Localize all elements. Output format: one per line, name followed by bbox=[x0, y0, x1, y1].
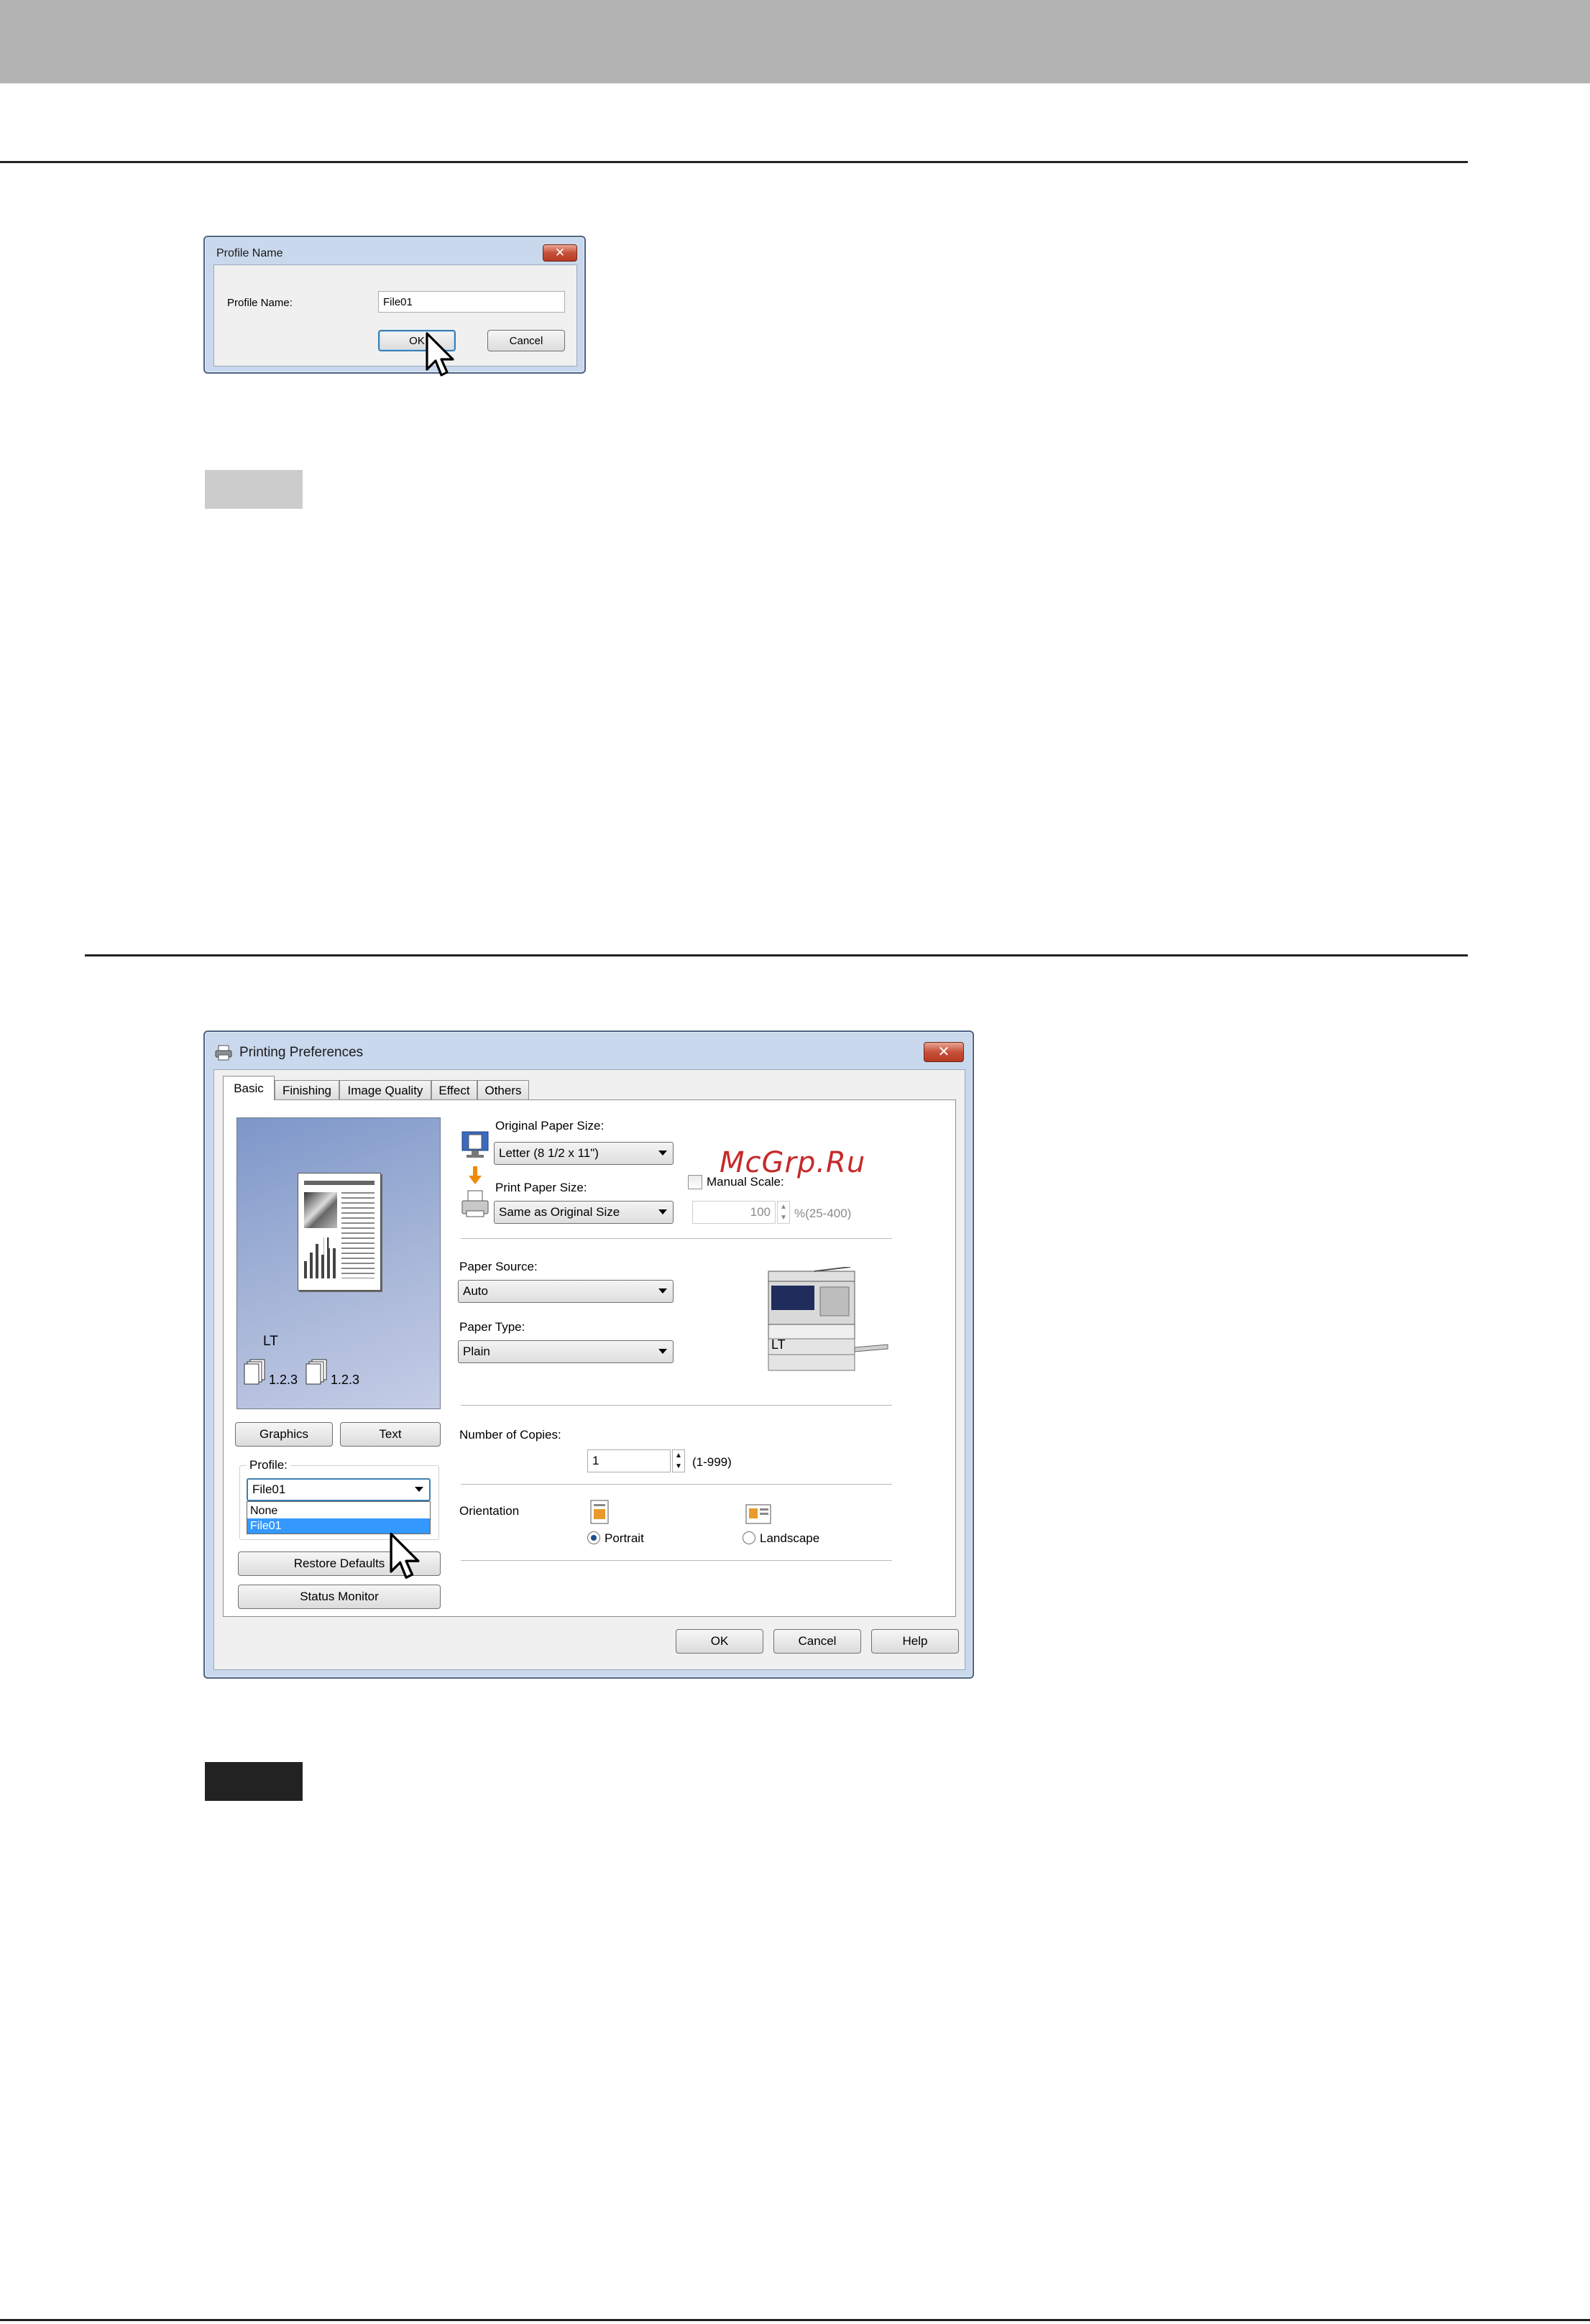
close-button[interactable]: ✕ bbox=[543, 244, 577, 262]
preview-panel: LT 1.2.3 1.2.3 bbox=[236, 1117, 441, 1409]
profile-name-label: Profile Name: bbox=[227, 297, 293, 309]
profile-option-file01[interactable]: File01 bbox=[247, 1518, 430, 1534]
profile-dropdown-list: None File01 bbox=[247, 1501, 431, 1534]
watermark: McGrp.Ru bbox=[720, 1146, 866, 1179]
note-box-dark bbox=[205, 1762, 303, 1801]
preview-paper-code: LT bbox=[263, 1334, 278, 1349]
paper-type-value: Plain bbox=[463, 1345, 490, 1358]
paper-source-label: Paper Source: bbox=[459, 1260, 538, 1273]
down-arrow-icon bbox=[468, 1166, 482, 1185]
profile-select[interactable]: File01 bbox=[247, 1478, 431, 1501]
close-button[interactable]: ✕ bbox=[924, 1042, 964, 1062]
landscape-label: Landscape bbox=[760, 1531, 820, 1545]
cancel-button[interactable]: Cancel bbox=[487, 330, 565, 351]
help-button[interactable]: Help bbox=[871, 1629, 959, 1654]
print-paper-size-value: Same as Original Size bbox=[499, 1205, 620, 1219]
bottom-rule bbox=[0, 2319, 1590, 2321]
ok-button[interactable]: OK bbox=[676, 1629, 763, 1654]
original-paper-size-value: Letter (8 1/2 x 11") bbox=[499, 1146, 599, 1160]
tab-effect[interactable]: Effect bbox=[431, 1080, 477, 1100]
mouse-pointer-icon bbox=[426, 332, 456, 379]
tab-basic[interactable]: Basic bbox=[223, 1076, 275, 1100]
profile-selected-value: File01 bbox=[252, 1483, 286, 1496]
original-size-icon bbox=[461, 1130, 490, 1159]
tab-finishing[interactable]: Finishing bbox=[275, 1080, 339, 1100]
paper-type-label: Paper Type: bbox=[459, 1320, 525, 1334]
orientation-label: Orientation bbox=[459, 1504, 520, 1518]
close-icon: ✕ bbox=[937, 1044, 950, 1060]
profile-name-input[interactable]: File01 bbox=[378, 291, 565, 313]
collate-stack-icon bbox=[243, 1358, 267, 1385]
paper-source-value: Auto bbox=[463, 1284, 488, 1298]
chevron-down-icon bbox=[658, 1209, 667, 1214]
paper-source-select[interactable]: Auto bbox=[458, 1280, 674, 1303]
separator bbox=[461, 1238, 892, 1240]
portrait-page-icon bbox=[590, 1500, 609, 1524]
dialog-title: Profile Name bbox=[216, 247, 283, 259]
tab-others[interactable]: Others bbox=[477, 1080, 529, 1100]
graphics-button[interactable]: Graphics bbox=[235, 1422, 333, 1447]
collate-stack-icon bbox=[305, 1358, 329, 1385]
tab-image-quality[interactable]: Image Quality bbox=[339, 1080, 431, 1100]
dialog-client: Basic Finishing Image Quality Effect Oth… bbox=[213, 1069, 965, 1670]
preview-bar-chart bbox=[304, 1237, 337, 1278]
copies-value: 1 bbox=[592, 1454, 599, 1467]
preview-page bbox=[298, 1173, 381, 1291]
chevron-down-icon bbox=[658, 1349, 667, 1354]
profile-name-dialog: Profile Name ✕ Profile Name: File01 OK C… bbox=[203, 236, 586, 374]
cancel-button[interactable]: Cancel bbox=[773, 1629, 861, 1654]
copier-device-icon bbox=[764, 1266, 891, 1373]
manual-scale-checkbox[interactable] bbox=[688, 1175, 702, 1189]
manual-scale-spinner[interactable]: ▲ ▼ bbox=[777, 1201, 790, 1224]
order-left-label: 1.2.3 bbox=[269, 1373, 298, 1387]
manual-scale-input[interactable]: 100 bbox=[692, 1201, 776, 1224]
copies-range: (1-999) bbox=[692, 1455, 732, 1469]
print-paper-size-select[interactable]: Same as Original Size bbox=[494, 1201, 674, 1224]
print-paper-size-label: Print Paper Size: bbox=[495, 1181, 587, 1194]
status-monitor-button[interactable]: Status Monitor bbox=[238, 1585, 441, 1609]
copies-input[interactable]: 1 bbox=[587, 1449, 671, 1472]
profile-group-label: Profile: bbox=[247, 1458, 290, 1472]
copies-spinner[interactable]: ▲ ▼ bbox=[672, 1449, 685, 1472]
original-paper-size-label: Original Paper Size: bbox=[495, 1119, 605, 1133]
landscape-page-icon bbox=[745, 1504, 771, 1524]
portrait-label: Portrait bbox=[605, 1531, 644, 1545]
printer-icon bbox=[215, 1045, 232, 1061]
header-band bbox=[0, 0, 1590, 83]
profile-option-none[interactable]: None bbox=[247, 1503, 430, 1518]
printing-preferences-dialog: Printing Preferences ✕ Basic Finishing I… bbox=[203, 1030, 974, 1679]
original-paper-size-select[interactable]: Letter (8 1/2 x 11") bbox=[494, 1142, 674, 1165]
tab-page-basic: LT 1.2.3 1.2.3 Graphics Text Profile: Fi… bbox=[223, 1099, 956, 1617]
copies-label: Number of Copies: bbox=[459, 1428, 561, 1442]
portrait-radio[interactable] bbox=[587, 1531, 600, 1544]
paper-type-select[interactable]: Plain bbox=[458, 1340, 674, 1363]
separator bbox=[461, 1484, 892, 1485]
chevron-down-icon bbox=[415, 1487, 423, 1492]
preview-photo bbox=[304, 1192, 337, 1228]
separator bbox=[461, 1405, 892, 1406]
landscape-radio[interactable] bbox=[743, 1531, 755, 1544]
manual-scale-range: %(25-400) bbox=[794, 1207, 852, 1220]
preview-heading-bar bbox=[304, 1181, 374, 1185]
note-box-light bbox=[205, 470, 303, 509]
chevron-down-icon bbox=[658, 1288, 667, 1294]
manual-scale-value: 100 bbox=[750, 1205, 771, 1219]
mouse-pointer-icon bbox=[390, 1532, 421, 1582]
print-size-printer-icon bbox=[461, 1189, 490, 1218]
device-paper-code: LT bbox=[771, 1337, 786, 1352]
dialog-title: Printing Preferences bbox=[239, 1045, 364, 1060]
separator bbox=[461, 1560, 892, 1562]
text-button[interactable]: Text bbox=[340, 1422, 441, 1447]
middle-rule bbox=[85, 954, 1468, 956]
order-right-label: 1.2.3 bbox=[331, 1373, 360, 1387]
top-rule bbox=[0, 161, 1468, 163]
chevron-down-icon bbox=[658, 1151, 667, 1156]
radio-selected-dot bbox=[591, 1535, 597, 1541]
close-icon: ✕ bbox=[554, 246, 566, 259]
preview-text-column bbox=[341, 1192, 374, 1278]
dialog-client: Profile Name: File01 OK Cancel bbox=[213, 264, 577, 366]
